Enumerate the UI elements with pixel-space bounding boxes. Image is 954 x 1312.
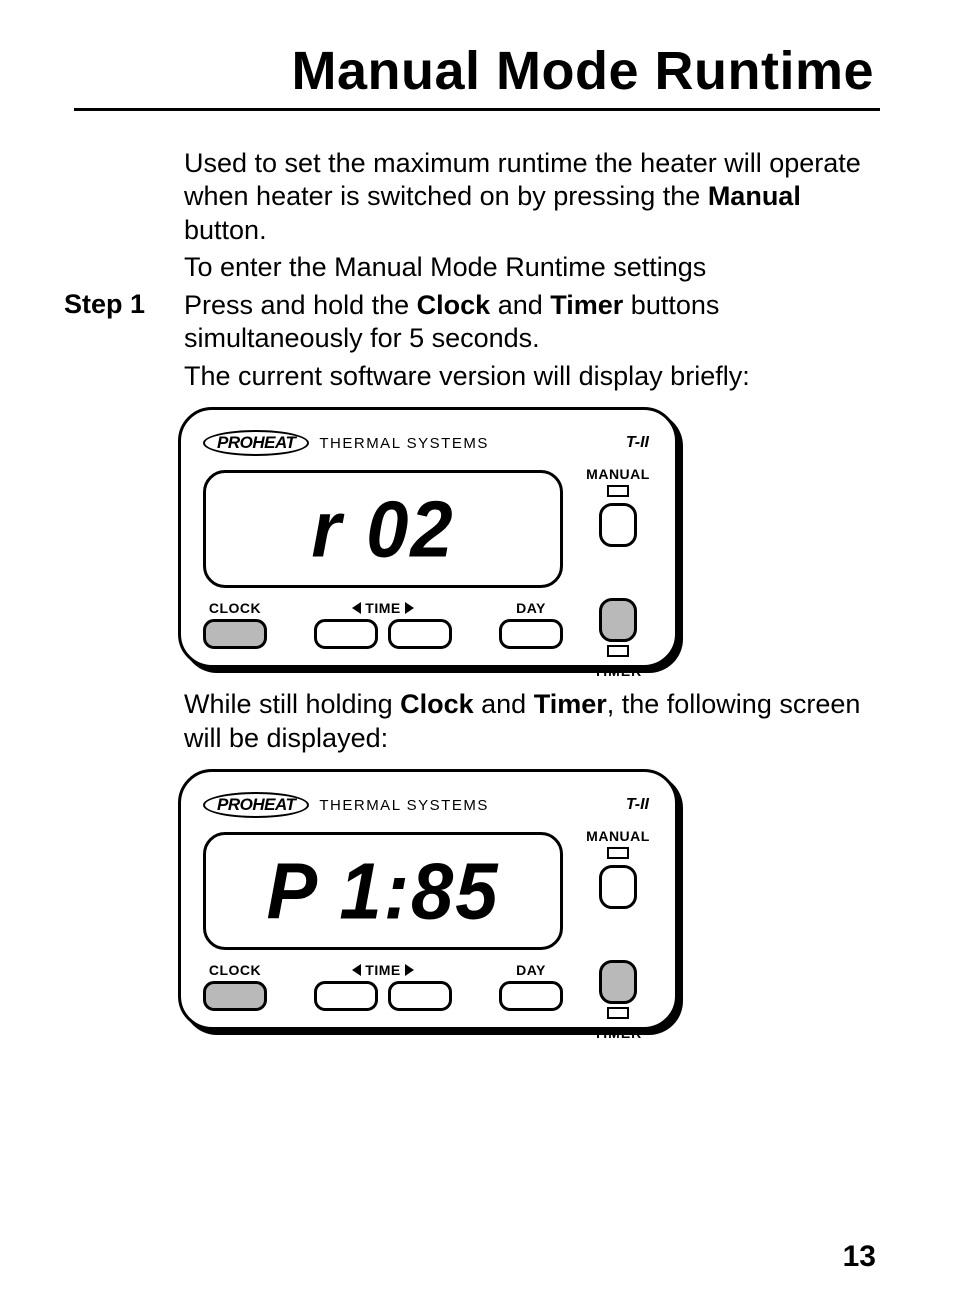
mid-paragraph: While still holding Clock and Timer, the… [184,688,874,755]
clock-button[interactable] [203,981,267,1011]
thermal-systems-label: THERMAL SYSTEMS [319,797,488,814]
text: While still holding [184,689,400,719]
time-down-button[interactable] [314,619,378,649]
day-button[interactable] [499,619,563,649]
step-1-label: Step 1 [64,289,145,320]
lcd-text-1: r 02 [311,484,454,575]
device-panel-1: PROHEAT THERMAL SYSTEMS T-II MANUAL r 02… [178,407,678,668]
clock-label: CLOCK [203,600,267,616]
manual-button[interactable] [599,865,637,909]
timer-button[interactable] [599,598,637,642]
clock-label: CLOCK [203,962,267,978]
timer-bold: Timer [550,290,623,320]
day-label: DAY [499,600,563,616]
text: TIME [365,962,400,978]
day-label: DAY [499,962,563,978]
lcd-display-2: P 1:85 [203,832,563,950]
manual-bold: Manual [708,181,801,211]
right-arrow-icon [405,964,414,976]
title-rule [74,108,880,111]
proheat-logo: PROHEAT [203,430,309,456]
timer-button[interactable] [599,960,637,1004]
time-up-button[interactable] [388,619,452,649]
manual-label: MANUAL [583,828,653,844]
page-title: Manual Mode Runtime [74,40,880,108]
intro-line2: To enter the Manual Mode Runtime setting… [184,251,874,284]
step-1-followup: The current software version will displa… [184,360,874,393]
clock-button[interactable] [203,619,267,649]
lcd-text-2: P 1:85 [266,846,499,937]
manual-led [607,485,629,497]
manual-label: MANUAL [583,466,653,482]
model-label: T-II [626,434,649,452]
manual-button[interactable] [599,503,637,547]
left-arrow-icon [352,964,361,976]
time-down-button[interactable] [314,981,378,1011]
text: and [474,689,534,719]
clock-bold: Clock [400,689,474,719]
model-label: T-II [626,796,649,814]
text: and [490,290,550,320]
device-panel-2: PROHEAT THERMAL SYSTEMS T-II MANUAL P 1:… [178,769,678,1030]
timer-label: TIMER [583,663,653,679]
clock-bold: Clock [417,290,491,320]
lcd-display-1: r 02 [203,470,563,588]
text: TIME [365,600,400,616]
time-up-button[interactable] [388,981,452,1011]
manual-led [607,847,629,859]
thermal-systems-label: THERMAL SYSTEMS [319,435,488,452]
time-label: TIME [314,600,452,616]
right-arrow-icon [405,602,414,614]
timer-label: TIMER [583,1025,653,1041]
intro-paragraph: Used to set the maximum runtime the heat… [184,147,874,247]
timer-bold: Timer [534,689,607,719]
page-number: 13 [843,1240,876,1274]
timer-led [607,1007,629,1019]
timer-led [607,645,629,657]
day-button[interactable] [499,981,563,1011]
left-arrow-icon [352,602,361,614]
text: Press and hold the [184,290,417,320]
proheat-logo: PROHEAT [203,792,309,818]
time-label: TIME [314,962,452,978]
step-1-text: Press and hold the Clock and Timer butto… [184,289,874,356]
text: button. [184,215,267,245]
